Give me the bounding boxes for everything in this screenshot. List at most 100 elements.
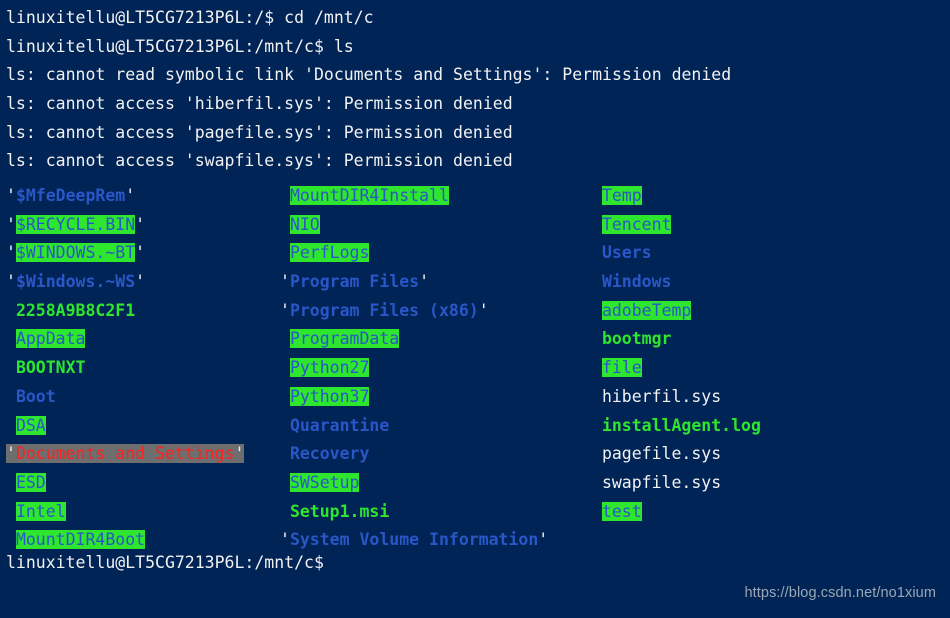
entry-name: Intel	[15, 501, 66, 521]
listing-entry: PerfLogs	[280, 239, 548, 268]
listing-entry: SWSetup	[280, 469, 548, 498]
entry-name: pagefile.sys	[601, 444, 722, 464]
listing-entry: Windows	[592, 268, 761, 297]
entry-indent	[280, 416, 290, 435]
entry-name: Documents and Settings	[15, 444, 235, 464]
entry-indent	[6, 358, 16, 377]
quote-mark: '	[478, 300, 489, 320]
terminal-window[interactable]: linuxitellu@LT5CG7213P6L:/$ cd /mnt/c li…	[0, 0, 950, 618]
quote-mark: '	[125, 186, 136, 205]
listing-entry: Boot	[6, 383, 244, 412]
shell-prompt[interactable]: linuxitellu@LT5CG7213P6L:/mnt/c$	[6, 549, 324, 578]
entry-name: System Volume Information	[289, 530, 539, 550]
entry-indent	[592, 215, 602, 234]
entry-indent	[592, 416, 602, 435]
listing-entry: '$WINDOWS.~BT'	[6, 239, 244, 268]
listing-entry: hiberfil.sys	[592, 383, 761, 412]
listing-entry: ProgramData	[280, 325, 548, 354]
entry-name: Windows	[601, 272, 672, 292]
entry-indent	[6, 387, 16, 406]
quote-mark: '	[280, 300, 290, 320]
listing-entry: DSA	[6, 412, 244, 441]
listing-entry: Intel	[6, 498, 244, 527]
listing-entry: Tencent	[592, 211, 761, 240]
error-line-pagefile: ls: cannot access 'pagefile.sys': Permis…	[6, 122, 513, 142]
listing-entry: Python37	[280, 383, 548, 412]
entry-name: SWSetup	[289, 472, 360, 492]
listing-entry: 'Documents and Settings'	[6, 440, 245, 469]
entry-name: bootmgr	[601, 329, 672, 349]
listing-entry: MountDIR4Install	[280, 182, 548, 211]
entry-indent	[280, 358, 290, 377]
listing-column-3: Temp Tencent Users Windows adobeTemp boo…	[592, 182, 761, 526]
quote-mark: '	[135, 272, 146, 292]
entry-name: ProgramData	[289, 329, 400, 349]
listing-entry: swapfile.sys	[592, 469, 761, 498]
entry-indent	[592, 473, 602, 492]
entry-name: Program Files	[289, 272, 420, 292]
command-line-cd: linuxitellu@LT5CG7213P6L:/$ cd /mnt/c	[6, 8, 374, 27]
entry-indent	[280, 444, 290, 463]
entry-indent	[6, 473, 16, 492]
entry-indent	[280, 186, 290, 205]
entry-name: $MfeDeepRem	[15, 186, 126, 205]
entry-name: Quarantine	[289, 415, 390, 435]
listing-column-2: MountDIR4Install NIO PerfLogs 'Program Fi…	[280, 182, 548, 555]
listing-entry: Python27	[280, 354, 548, 383]
error-line-hiberfil: ls: cannot access 'hiberfil.sys': Permis…	[6, 94, 513, 114]
listing-entry: file	[592, 354, 761, 383]
quote-mark: '	[234, 444, 245, 464]
entry-name: file	[601, 358, 642, 378]
entry-indent	[592, 329, 602, 348]
entry-name: Tencent	[601, 214, 672, 234]
entry-name: NIO	[289, 214, 320, 234]
watermark: https://blog.csdn.net/no1xium	[744, 585, 936, 602]
entry-indent	[280, 387, 290, 406]
entry-name: adobeTemp	[601, 300, 692, 320]
listing-column-1: '$MfeDeepRem' '$RECYCLE.BIN' '$WINDOWS.~BT…	[6, 182, 245, 555]
entry-indent	[6, 530, 16, 549]
quote-mark: '	[6, 444, 16, 464]
entry-name: Boot	[15, 386, 56, 406]
listing-entry: NIO	[280, 211, 548, 240]
entry-name: BOOTNXT	[15, 358, 86, 378]
entry-indent	[6, 502, 16, 521]
entry-name: MountDIR4Boot	[15, 530, 146, 550]
entry-name: swapfile.sys	[601, 472, 722, 492]
entry-indent	[280, 215, 290, 234]
listing-entry: adobeTemp	[592, 297, 761, 326]
listing-entry: BOOTNXT	[6, 354, 244, 383]
entry-name: PerfLogs	[289, 243, 370, 263]
entry-indent	[280, 502, 290, 521]
listing-entry: '$RECYCLE.BIN'	[6, 211, 244, 240]
entry-name: Python37	[289, 386, 370, 406]
listing-entry: installAgent.log	[592, 412, 761, 441]
terminal-output-header: linuxitellu@LT5CG7213P6L:/$ cd /mnt/c li…	[6, 4, 946, 176]
listing-entry: Setup1.msi	[280, 498, 548, 527]
entry-indent	[592, 387, 602, 406]
error-line-documents: ls: cannot read symbolic link 'Documents…	[6, 65, 732, 85]
entry-name: MountDIR4Install	[289, 186, 449, 205]
directory-listing: '$MfeDeepRem' '$RECYCLE.BIN' '$WINDOWS.~BT…	[0, 182, 950, 550]
entry-name: installAgent.log	[601, 415, 761, 435]
listing-entry: '$Windows.~WS'	[6, 268, 244, 297]
entry-name: Temp	[601, 186, 642, 205]
entry-indent	[6, 416, 16, 435]
entry-name: $WINDOWS.~BT	[15, 243, 136, 263]
listing-entry: pagefile.sys	[592, 440, 761, 469]
entry-name: test	[601, 501, 642, 521]
listing-entry: 'Program Files (x86)'	[280, 297, 548, 326]
listing-entry: bootmgr	[592, 325, 761, 354]
entry-name: hiberfil.sys	[601, 386, 722, 406]
listing-entry: Quarantine	[280, 412, 548, 441]
quote-mark: '	[280, 530, 290, 550]
entry-indent	[6, 301, 16, 320]
quote-mark: '	[538, 530, 549, 550]
listing-entry: ESD	[6, 469, 244, 498]
quote-mark: '	[135, 214, 146, 234]
quote-mark: '	[419, 272, 430, 292]
listing-entry: Recovery	[280, 440, 548, 469]
entry-name: Python27	[289, 358, 370, 378]
entry-name: Recovery	[289, 444, 370, 464]
entry-indent	[280, 329, 290, 348]
